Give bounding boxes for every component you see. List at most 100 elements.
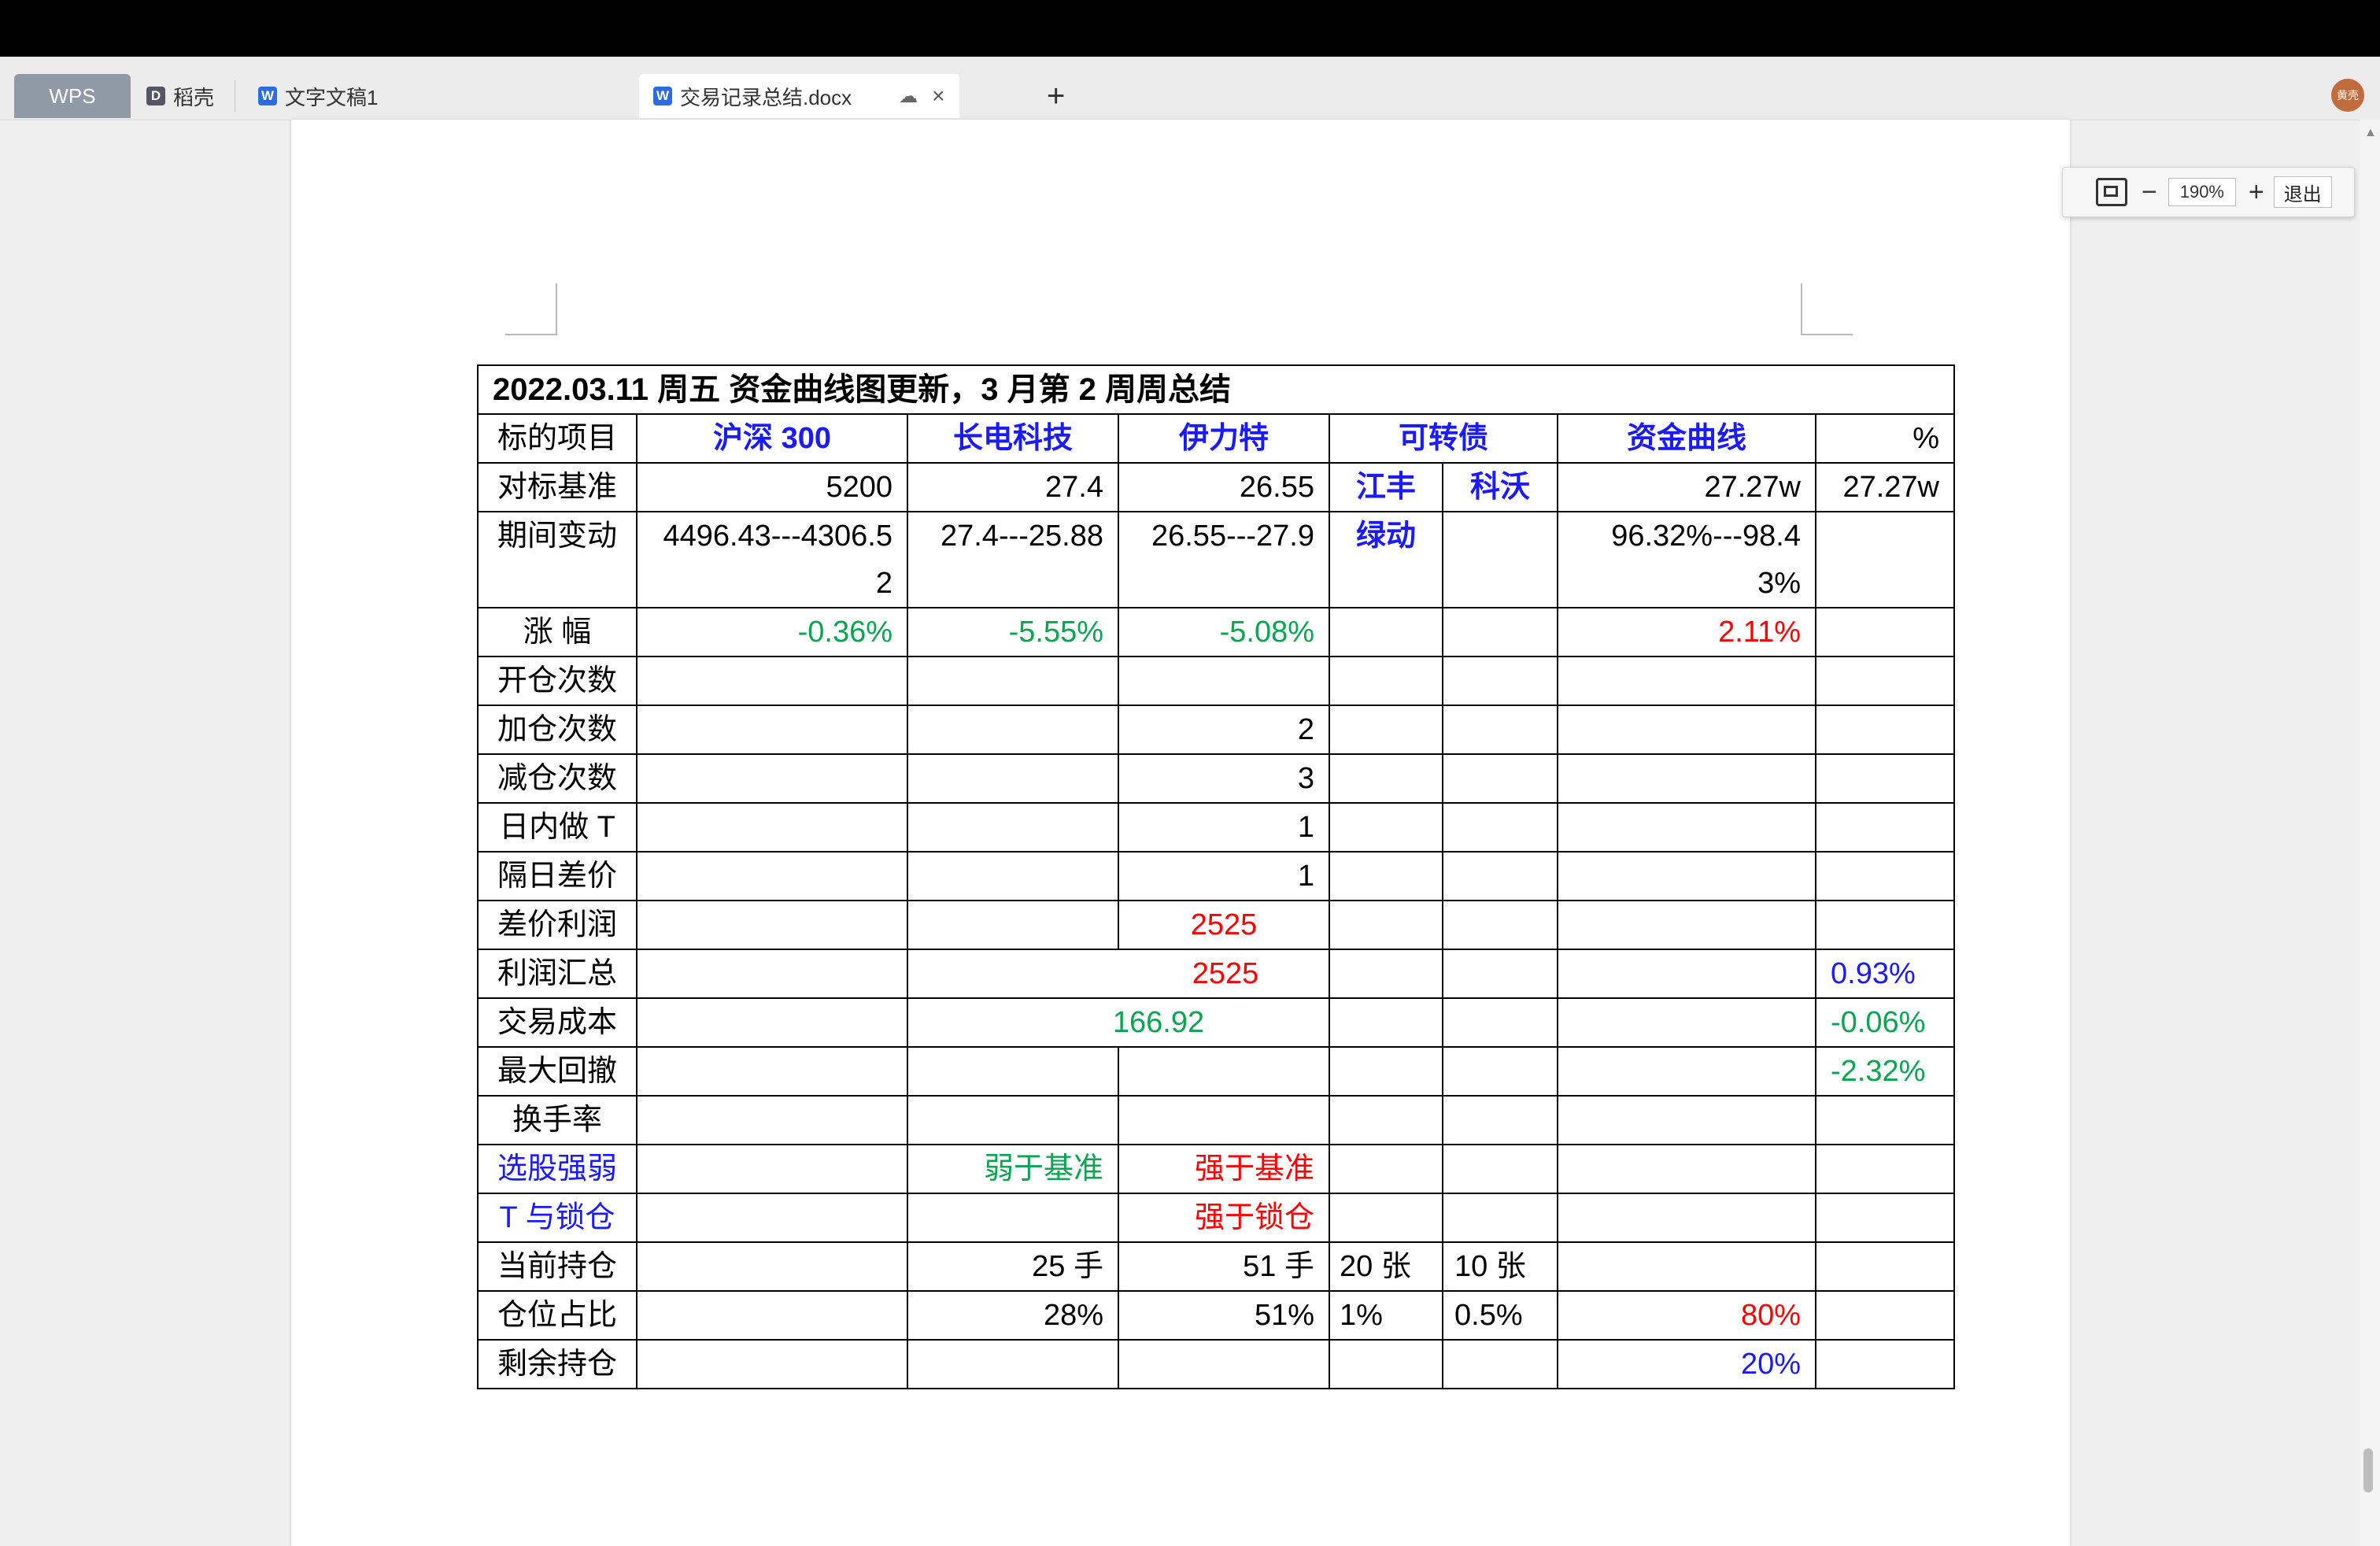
table-cell[interactable]: 江丰 xyxy=(1329,462,1443,512)
table-cell[interactable] xyxy=(1557,802,1816,853)
table-cell[interactable] xyxy=(1557,656,1816,706)
row-label[interactable]: 减仓次数 xyxy=(477,753,638,804)
header-hs300[interactable]: 沪深 300 xyxy=(636,413,908,464)
scrollbar-thumb[interactable] xyxy=(2363,1448,2373,1492)
row-label[interactable]: 加仓次数 xyxy=(477,705,638,755)
table-cell[interactable] xyxy=(1118,656,1330,706)
row-label[interactable]: 利润汇总 xyxy=(477,949,638,999)
table-cell[interactable] xyxy=(1442,997,1558,1048)
table-cell[interactable] xyxy=(1329,1144,1443,1194)
table-cell[interactable]: -2.32% xyxy=(1815,1046,1955,1097)
table-cell[interactable] xyxy=(1442,656,1558,706)
table-cell[interactable] xyxy=(907,1095,1119,1145)
table-cell[interactable] xyxy=(907,1193,1119,1243)
table-cell[interactable] xyxy=(1557,900,1816,950)
close-icon[interactable]: × xyxy=(932,83,944,109)
table-cell[interactable] xyxy=(1815,607,1955,657)
table-cell[interactable] xyxy=(1815,802,1955,853)
table-cell[interactable]: 2.11% xyxy=(1557,607,1816,657)
table-cell[interactable] xyxy=(1815,1241,1955,1292)
table-cell[interactable]: 51% xyxy=(1118,1290,1330,1341)
table-cell[interactable] xyxy=(1329,1193,1443,1243)
table-cell[interactable]: 20% xyxy=(1557,1339,1816,1389)
table-cell[interactable] xyxy=(636,900,908,950)
table-cell[interactable] xyxy=(636,1290,908,1341)
table-cell[interactable] xyxy=(1442,607,1558,657)
exit-button[interactable]: 退出 xyxy=(2273,176,2332,208)
row-label[interactable]: 当前持仓 xyxy=(477,1241,638,1292)
table-cell[interactable]: 20 张 xyxy=(1329,1241,1443,1292)
table-cell[interactable] xyxy=(1442,900,1558,950)
table-cell[interactable] xyxy=(1557,753,1816,804)
table-cell[interactable] xyxy=(1815,851,1955,901)
table-cell[interactable] xyxy=(636,949,908,999)
tab-doc1[interactable]: W 文字文稿1 xyxy=(258,74,378,118)
table-cell[interactable]: 4496.43---4306.52 xyxy=(636,511,908,608)
table-cell[interactable] xyxy=(1329,997,1443,1048)
table-cell[interactable]: 绿动 xyxy=(1329,511,1443,608)
zoom-level[interactable]: 190% xyxy=(2168,178,2236,206)
table-cell[interactable] xyxy=(1557,1193,1816,1243)
table-cell[interactable] xyxy=(1118,1339,1330,1389)
table-cell[interactable] xyxy=(1329,1095,1443,1145)
table-cell[interactable]: 1% xyxy=(1329,1290,1443,1341)
row-label[interactable]: 仓位占比 xyxy=(477,1290,638,1341)
table-cell[interactable] xyxy=(636,753,908,804)
table-cell[interactable] xyxy=(1815,656,1955,706)
header-changdian[interactable]: 长电科技 xyxy=(907,413,1119,464)
table-cell[interactable] xyxy=(1329,1046,1443,1097)
row-label[interactable]: 日内做 T xyxy=(477,802,638,853)
table-cell[interactable]: -0.36% xyxy=(636,607,908,657)
table-cell[interactable] xyxy=(1329,802,1443,853)
table-cell[interactable]: 96.32%---98.43% xyxy=(1557,511,1816,608)
table-cell[interactable] xyxy=(1815,1290,1955,1341)
table-cell[interactable]: 0.5% xyxy=(1442,1290,1558,1341)
table-cell[interactable] xyxy=(1442,511,1558,608)
zoom-in-button[interactable]: + xyxy=(2249,177,2264,208)
table-cell[interactable]: 27.27w xyxy=(1557,462,1816,512)
table-cell[interactable]: -5.55% xyxy=(907,607,1119,657)
table-cell[interactable] xyxy=(1557,997,1816,1048)
table-cell[interactable]: 28% xyxy=(907,1290,1119,1341)
table-cell[interactable]: 10 张 xyxy=(1442,1241,1558,1292)
table-cell[interactable] xyxy=(907,900,1119,950)
row-label[interactable]: 期间变动 xyxy=(477,511,638,608)
table-cell[interactable]: 3 xyxy=(1118,753,1330,804)
row-label[interactable]: 标的项目 xyxy=(477,413,638,464)
table-cell[interactable]: 强于锁仓 xyxy=(1118,1193,1330,1243)
table-cell[interactable] xyxy=(1815,1095,1955,1145)
table-cell[interactable] xyxy=(907,656,1119,706)
table-cell[interactable]: 27.4 xyxy=(907,462,1119,512)
header-yilite[interactable]: 伊力特 xyxy=(1118,413,1330,464)
row-label[interactable]: 剩余持仓 xyxy=(477,1339,638,1389)
table-cell[interactable] xyxy=(636,1095,908,1145)
table-cell[interactable]: 2525 xyxy=(907,949,1330,999)
vertical-scrollbar[interactable] xyxy=(2360,120,2380,1546)
table-cell[interactable] xyxy=(636,997,908,1048)
table-cell[interactable] xyxy=(636,705,908,755)
table-cell[interactable] xyxy=(1329,753,1443,804)
fit-page-icon[interactable] xyxy=(2096,178,2127,206)
table-title[interactable]: 2022.03.11 周五 资金曲线图更新，3 月第 2 周周总结 xyxy=(477,364,1955,415)
table-cell[interactable] xyxy=(636,1193,908,1243)
table-cell[interactable] xyxy=(1442,1144,1558,1194)
header-zijinquxian[interactable]: 资金曲线 xyxy=(1557,413,1816,464)
table-cell[interactable] xyxy=(1118,1046,1330,1097)
table-cell[interactable] xyxy=(1442,705,1558,755)
table-cell[interactable]: 25 手 xyxy=(907,1241,1119,1292)
cloud-icon[interactable]: ☁ xyxy=(899,85,918,108)
table-cell[interactable]: 2525 xyxy=(1118,900,1330,950)
avatar[interactable]: 黄壳 xyxy=(2331,79,2364,112)
table-cell[interactable] xyxy=(1557,705,1816,755)
table-cell[interactable]: 1 xyxy=(1118,802,1330,853)
row-label[interactable]: 交易成本 xyxy=(477,997,638,1048)
table-cell[interactable] xyxy=(1329,1339,1443,1389)
row-label[interactable]: 差价利润 xyxy=(477,900,638,950)
table-cell[interactable] xyxy=(1815,900,1955,950)
table-cell[interactable] xyxy=(907,1046,1119,1097)
table-cell[interactable] xyxy=(907,802,1119,853)
table-cell[interactable] xyxy=(636,656,908,706)
row-label[interactable]: 开仓次数 xyxy=(477,656,638,706)
table-cell[interactable] xyxy=(636,1241,908,1292)
table-cell[interactable] xyxy=(1118,1095,1330,1145)
